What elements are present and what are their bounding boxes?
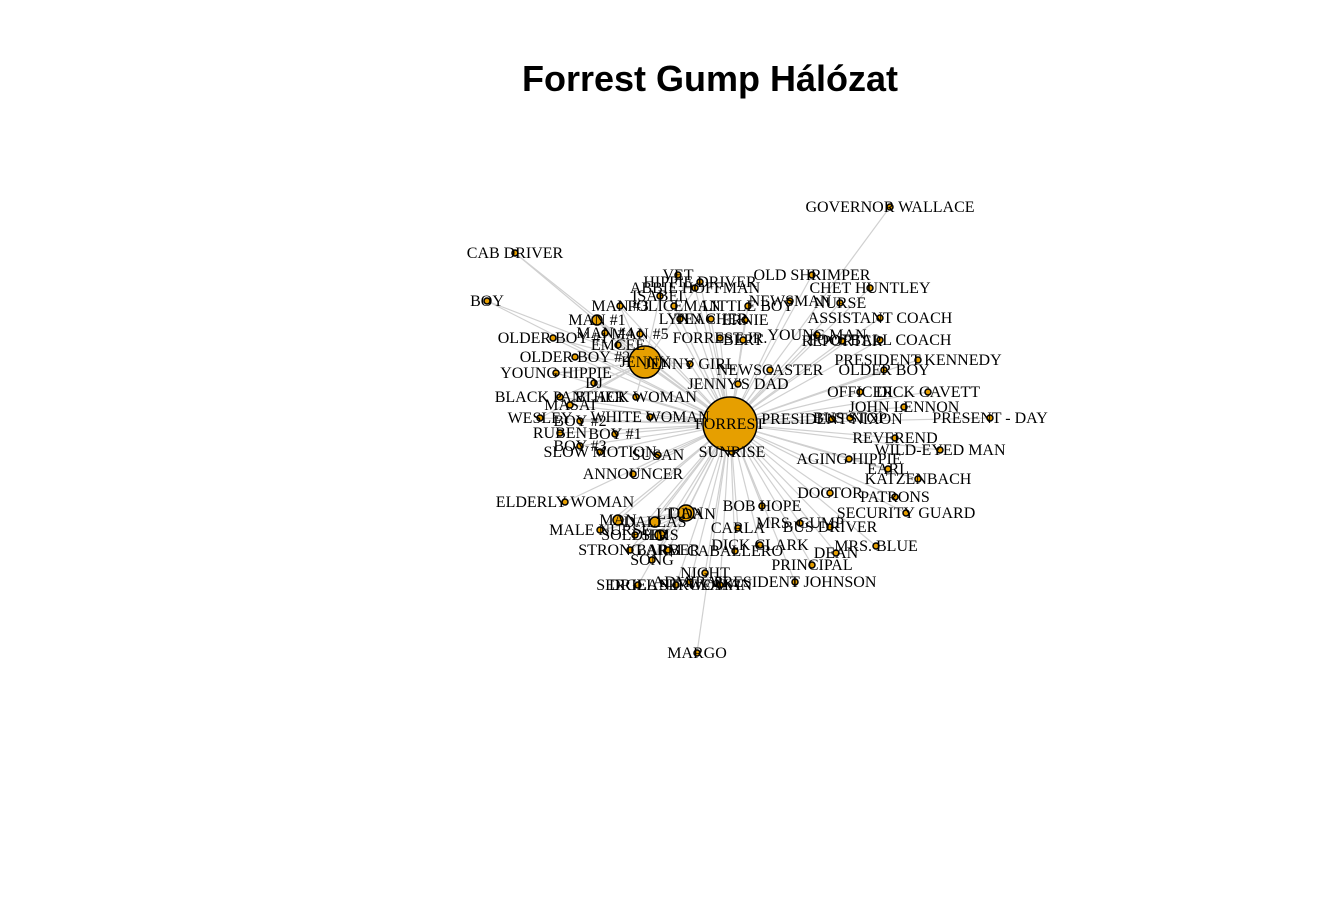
node-label-katzenbach: KATZENBACH bbox=[865, 471, 972, 488]
node-label-patrons: PATRONS bbox=[860, 489, 930, 506]
node-label-caballero: CABALLERO bbox=[687, 543, 783, 560]
node-label-bus-driver: BUS DRIVER bbox=[783, 519, 878, 536]
node-label-present-day: PRESENT - DAY bbox=[932, 410, 1048, 427]
node-label-man-3: MAN #3 bbox=[591, 298, 648, 315]
node-label-cab-driver: CAB DRIVER bbox=[467, 245, 564, 262]
graph-title: Forrest Gump Hálózat bbox=[521, 58, 899, 99]
node-label-mrs-blue: MRS. BLUE bbox=[834, 538, 918, 555]
node-label-woman: WOMAN bbox=[688, 577, 752, 594]
node-label-song: SONG bbox=[630, 552, 674, 569]
node-label-sunrise: SUNRISE bbox=[699, 444, 766, 461]
node-label-bus-stop: BUS STOP bbox=[813, 410, 887, 427]
node-label-principal: PRINCIPAL bbox=[771, 557, 852, 574]
node-label-governor-wallace: GOVERNOR WALLACE bbox=[805, 199, 974, 216]
node-label-boy: BOY bbox=[470, 293, 504, 310]
node-label-reporter: REPORTER bbox=[802, 333, 883, 350]
node-label-announcer: ANNOUNCER bbox=[583, 466, 684, 483]
node-label-doctor: DOCTOR bbox=[797, 485, 863, 502]
node-label-ernie: ERNIE bbox=[721, 312, 768, 329]
node-label-susan: SUSAN bbox=[632, 447, 685, 464]
node-label-elderly-woman: ELDERLY WOMAN bbox=[496, 494, 635, 511]
node-label-older-boy-1: OLDER BOY #1 bbox=[498, 330, 609, 347]
network-graph: FORREST JENNY DAN GOVERNOR WALLACE CAB DRIVE… bbox=[0, 0, 1344, 895]
node-label-older-boy: OLDER BOY bbox=[838, 362, 930, 379]
node-label-white-woman: WHITE WOMAN bbox=[590, 409, 710, 426]
node-label-assistant-coach: ASSISTANT COACH bbox=[808, 310, 953, 327]
node-label-sergeant: SERGEANT bbox=[596, 577, 680, 594]
node-label-bob-hope: BOB HOPE bbox=[723, 498, 802, 515]
node-label-jenny-s-dad: JENNY'S DAD bbox=[687, 376, 788, 393]
node-label-margo: MARGO bbox=[667, 645, 727, 662]
label-layer: FORRESTJENNYDANGOVERNOR WALLACECAB DRIVE… bbox=[467, 199, 1048, 662]
network-graph-canvas: FORRESTJENNYDANGOVERNOR WALLACECAB DRIVE… bbox=[467, 199, 1048, 662]
node-label-bert: BERT bbox=[723, 332, 763, 349]
node-label-older-boy-2: OLDER BOY #2 bbox=[520, 349, 631, 366]
